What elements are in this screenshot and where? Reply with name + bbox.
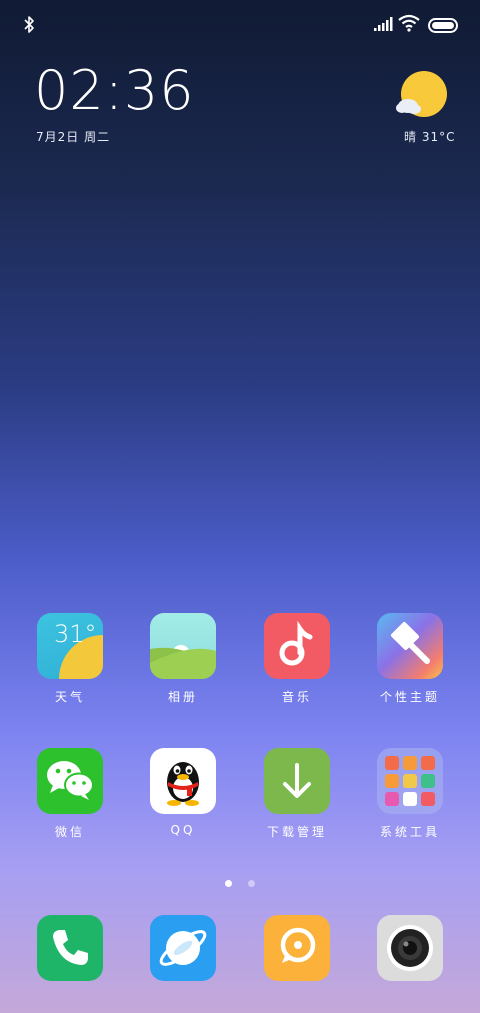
qq-app-icon[interactable] [150, 748, 216, 814]
system-tools-folder-icon[interactable] [377, 748, 443, 814]
folder-label: 系统工具 [379, 825, 440, 839]
app-label: 天气 [54, 690, 85, 704]
clock-date: 7月2日 周二 [36, 130, 111, 144]
dock-camera[interactable] [360, 915, 460, 981]
browser-app-icon[interactable] [150, 915, 216, 981]
weather-summary: 晴 31°C [404, 130, 456, 144]
page-dot[interactable] [247, 880, 255, 887]
dock-messages[interactable] [247, 915, 347, 981]
folder-system-tools[interactable]: 系统工具 [360, 748, 460, 840]
sun-cloud-icon[interactable] [394, 68, 450, 124]
app-gallery[interactable]: 相册 [133, 613, 233, 705]
messages-app-icon[interactable] [264, 915, 330, 981]
dock-phone[interactable] [20, 915, 120, 981]
gallery-app-icon[interactable] [150, 613, 216, 679]
app-label: 音乐 [281, 690, 312, 704]
weather-app-icon[interactable]: 31° [37, 613, 103, 679]
weather-app-temp: 31° [54, 620, 97, 648]
app-themes[interactable]: 个性主题 [360, 613, 460, 705]
music-app-icon[interactable] [264, 613, 330, 679]
app-label: QQ [170, 823, 196, 837]
wechat-app-icon[interactable] [37, 748, 103, 814]
bluetooth-icon [24, 16, 34, 33]
download-manager-icon[interactable] [264, 748, 330, 814]
app-label: 个性主题 [379, 690, 440, 704]
cellular-signal-icon [374, 17, 393, 31]
app-downloads[interactable]: 下载管理 [247, 748, 347, 840]
clock-time[interactable]: 02:36 [34, 60, 195, 122]
page-dot-active[interactable] [225, 880, 233, 887]
app-qq[interactable]: QQ [133, 748, 233, 837]
app-label: 相册 [167, 690, 198, 704]
battery-icon [428, 18, 458, 33]
phone-app-icon[interactable] [37, 915, 103, 981]
app-label: 下载管理 [266, 825, 327, 839]
camera-app-icon[interactable] [377, 915, 443, 981]
status-bar [0, 0, 480, 50]
dock-browser[interactable] [133, 915, 233, 981]
themes-app-icon[interactable] [377, 613, 443, 679]
app-music[interactable]: 音乐 [247, 613, 347, 705]
app-weather[interactable]: 31° 天气 [20, 613, 120, 705]
app-wechat[interactable]: 微信 [20, 748, 120, 840]
wifi-icon [398, 14, 420, 32]
page-indicator [0, 872, 480, 891]
app-label: 微信 [54, 825, 85, 839]
